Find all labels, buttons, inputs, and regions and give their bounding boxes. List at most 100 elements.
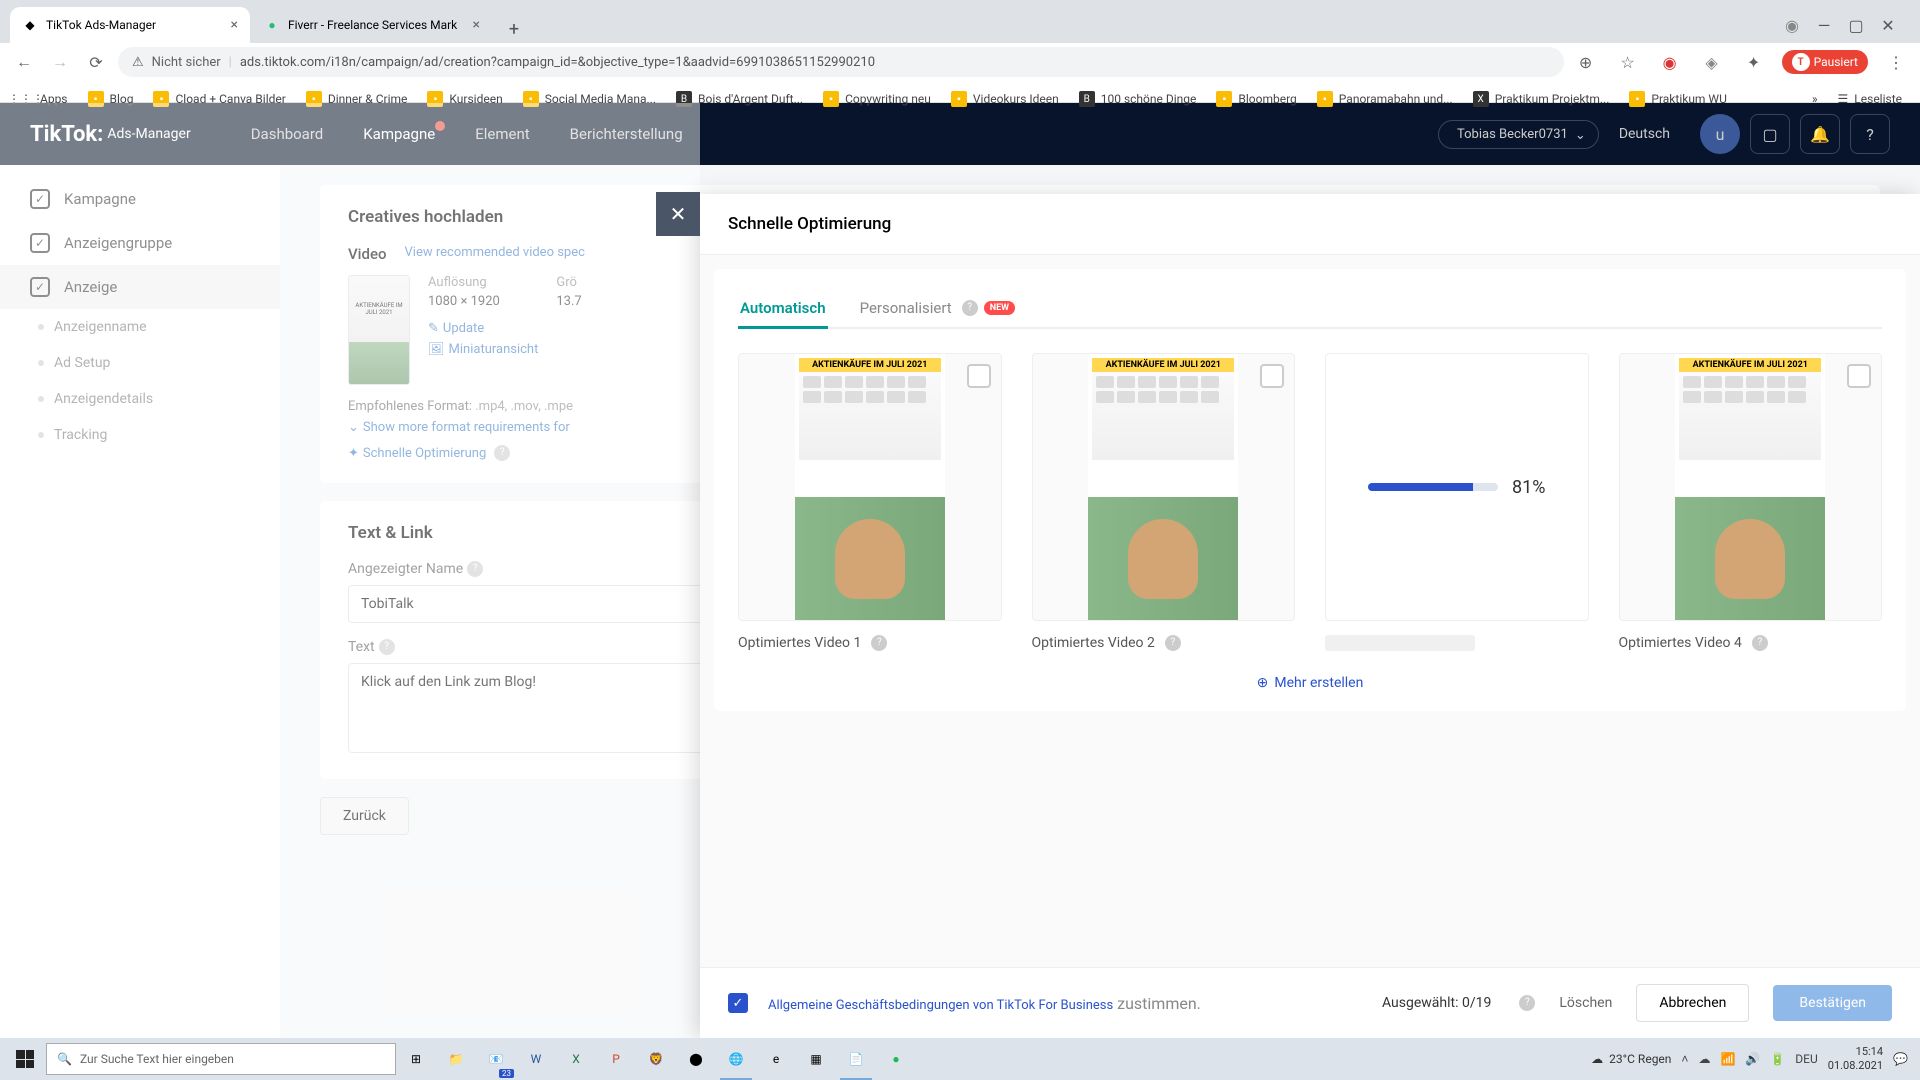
extensions-icon[interactable]: ✦	[1740, 48, 1768, 76]
language-indicator[interactable]: DEU	[1795, 1052, 1817, 1066]
extension-icon-1[interactable]: ◉	[1656, 48, 1684, 76]
business-center-icon[interactable]: ▢	[1750, 114, 1790, 154]
select-checkbox[interactable]	[1847, 364, 1871, 388]
bookmark-star-icon[interactable]: ☆	[1614, 48, 1642, 76]
mail-icon[interactable]: 📧23	[476, 1038, 516, 1080]
wifi-icon[interactable]: 📶	[1720, 1052, 1735, 1066]
language-selector[interactable]: Deutsch	[1619, 126, 1670, 142]
url-input[interactable]: ⚠ Nicht sicher | ads.tiktok.com/i18n/cam…	[118, 47, 1564, 77]
bookmark-item[interactable]: B100 schöne Dinge	[1071, 87, 1205, 111]
obs-icon[interactable]: ⬤	[676, 1038, 716, 1080]
browser-tab-1[interactable]: ◆ TikTok Ads-Manager ×	[10, 7, 250, 43]
video-thumb-4[interactable]: AKTIENKÄUFE IM JULI 2021	[1619, 353, 1883, 621]
cancel-button[interactable]: Abbrechen	[1636, 984, 1749, 1022]
menu-icon[interactable]: ⋮	[1882, 48, 1910, 76]
agb-checkbox[interactable]: ✓	[728, 993, 748, 1013]
notifications-icon[interactable]: 🔔	[1800, 114, 1840, 154]
sidebar-anzeigengruppe[interactable]: ✓Anzeigengruppe	[0, 221, 280, 265]
file-explorer-icon[interactable]: 📁	[436, 1038, 476, 1080]
sidebar-anzeige[interactable]: ✓Anzeige	[0, 265, 280, 309]
minimize-button[interactable]: —	[1816, 17, 1832, 33]
nav-berichterstellung[interactable]: Berichterstellung	[550, 125, 703, 143]
reload-button[interactable]: ⟳	[82, 48, 110, 76]
bookmark-item[interactable]: XPraktikum Projektm...	[1465, 87, 1618, 111]
word-icon[interactable]: W	[516, 1038, 556, 1080]
logo[interactable]: TikTok: Ads-Manager	[30, 122, 191, 147]
bookmark-overflow[interactable]: »	[1804, 88, 1826, 110]
nav-dashboard[interactable]: Dashboard	[231, 125, 344, 143]
browser-tab-2[interactable]: ● Fiverr - Freelance Services Mark ×	[252, 7, 492, 43]
video-thumb-2[interactable]: AKTIENKÄUFE IM JULI 2021	[1032, 353, 1296, 621]
help-tooltip-icon[interactable]: ?	[962, 300, 978, 316]
agb-link[interactable]: Allgemeine Geschäftsbedingungen von TikT…	[768, 998, 1113, 1013]
help-tooltip-icon[interactable]: ?	[1165, 635, 1181, 651]
weather-widget[interactable]: ☁23°C Regen	[1591, 1052, 1671, 1066]
profile-button[interactable]: T Pausiert	[1782, 50, 1868, 74]
view-spec-link[interactable]: View recommended video spec	[405, 245, 585, 260]
apps-button[interactable]: ⋮⋮⋮Apps	[10, 87, 76, 111]
taskbar-search[interactable]: 🔍Zur Suche Text hier eingeben	[46, 1043, 396, 1075]
close-tab-icon[interactable]: ×	[231, 17, 238, 33]
nav-element[interactable]: Element	[455, 125, 549, 143]
bookmark-item[interactable]: ▪Dinner & Crime	[298, 87, 416, 111]
delete-button[interactable]: Löschen	[1559, 995, 1612, 1011]
help-tooltip-icon[interactable]: ?	[467, 561, 483, 577]
extension-icon-2[interactable]: ◈	[1698, 48, 1726, 76]
bookmark-item[interactable]: ▪Panoramabahn und...	[1309, 87, 1461, 111]
close-modal-button[interactable]: ✕	[656, 192, 700, 236]
help-tooltip-icon[interactable]: ?	[1519, 995, 1535, 1011]
video-thumbnail[interactable]: AKTIENKÄUFE IM JULI 2021	[348, 275, 410, 385]
chrome-icon[interactable]: 🌐	[716, 1038, 756, 1080]
select-checkbox[interactable]	[1260, 364, 1284, 388]
close-window-button[interactable]: ✕	[1880, 17, 1896, 33]
help-tooltip-icon[interactable]: ?	[379, 639, 395, 655]
zoom-icon[interactable]: ⊕	[1572, 48, 1600, 76]
bookmark-item[interactable]: ▪Bloomberg	[1208, 87, 1304, 111]
bookmark-item[interactable]: ▪Kursideen	[419, 87, 510, 111]
battery-icon[interactable]: 🔋	[1770, 1052, 1785, 1066]
task-view-icon[interactable]: ⊞	[396, 1038, 436, 1080]
sidebar-sub-adsetup[interactable]: Ad Setup	[0, 345, 280, 381]
app-icon[interactable]: ▦	[796, 1038, 836, 1080]
bookmark-item[interactable]: ▪Social Media Mana...	[515, 87, 664, 111]
powerpoint-icon[interactable]: P	[596, 1038, 636, 1080]
forward-button[interactable]: →	[46, 48, 74, 76]
help-tooltip-icon[interactable]: ?	[1752, 635, 1768, 651]
tray-overflow-icon[interactable]: ˄	[1681, 1052, 1688, 1066]
help-tooltip-icon[interactable]: ?	[494, 445, 510, 461]
bookmark-item[interactable]: BBois d'Argent Duft...	[668, 87, 811, 111]
bookmark-item[interactable]: ▪Cload + Canva Bilder	[145, 87, 293, 111]
onedrive-icon[interactable]: ☁	[1698, 1052, 1710, 1066]
bookmark-item[interactable]: ▪Copywriting neu	[815, 87, 939, 111]
clock[interactable]: 15:14 01.08.2021	[1828, 1045, 1883, 1074]
select-checkbox[interactable]	[967, 364, 991, 388]
spotify-icon[interactable]: ●	[876, 1038, 916, 1080]
volume-icon[interactable]: 🔊	[1745, 1052, 1760, 1066]
tab-personalisiert[interactable]: Personalisiert ? NEW	[858, 289, 1017, 327]
back-button[interactable]: ←	[10, 48, 38, 76]
excel-icon[interactable]: X	[556, 1038, 596, 1080]
start-button[interactable]	[4, 1038, 46, 1080]
update-link[interactable]: ✎Update	[428, 321, 538, 336]
help-icon[interactable]: ?	[1850, 114, 1890, 154]
bookmark-item[interactable]: ▪Blog	[80, 87, 142, 111]
maximize-button[interactable]: ▢	[1848, 17, 1864, 33]
notifications-icon[interactable]: 💬	[1893, 1052, 1908, 1066]
nav-kampagne[interactable]: Kampagne	[343, 125, 455, 143]
back-button[interactable]: Zurück	[320, 797, 409, 835]
confirm-button[interactable]: Bestätigen	[1773, 985, 1892, 1021]
notepad-icon[interactable]: 📄	[836, 1038, 876, 1080]
sidebar-sub-anzeigendetails[interactable]: Anzeigendetails	[0, 381, 280, 417]
sidebar-sub-anzeigenname[interactable]: Anzeigenname	[0, 309, 280, 345]
create-more-button[interactable]: ⊕Mehr erstellen	[738, 675, 1882, 691]
edge-icon[interactable]: e	[756, 1038, 796, 1080]
video-thumb-1[interactable]: AKTIENKÄUFE IM JULI 2021	[738, 353, 1002, 621]
sidebar-kampagne[interactable]: ✓Kampagne	[0, 177, 280, 221]
bookmark-item[interactable]: ▪Praktikum WU	[1621, 87, 1734, 111]
bookmark-item[interactable]: ▪Videokurs Ideen	[943, 87, 1067, 111]
tab-automatisch[interactable]: Automatisch	[738, 289, 828, 327]
miniature-link[interactable]: 🖼Miniaturansicht	[428, 342, 538, 357]
brave-icon[interactable]: 🦁	[636, 1038, 676, 1080]
reading-list-button[interactable]: ☰Leseliste	[1830, 88, 1910, 110]
sidebar-sub-tracking[interactable]: Tracking	[0, 417, 280, 453]
